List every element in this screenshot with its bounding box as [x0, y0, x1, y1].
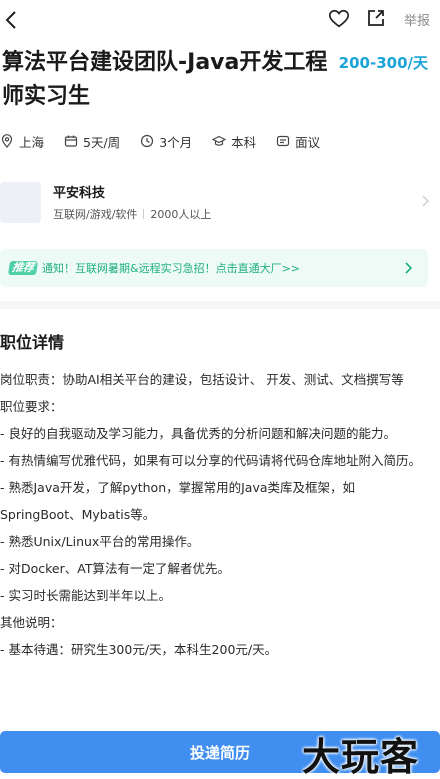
back-arrow-icon[interactable]: [2, 8, 22, 32]
description-line: - 熟悉Java开发，了解python，掌握常用的Java类库及框架，如Spri…: [0, 480, 356, 522]
tag-location: 上海: [0, 132, 44, 151]
tag-duration: 3个月: [140, 132, 192, 151]
recommend-badge: 推荐: [8, 261, 38, 275]
promo-banner-text: 通知！互联网暑期&远程实习急招！点击直通大厂>>: [42, 262, 301, 275]
meta-separator: [143, 209, 145, 219]
clock-icon: [141, 134, 154, 148]
tag-salary-negotiable: 面议: [276, 132, 320, 151]
company-industry: 互联网/游戏/软件: [53, 208, 138, 221]
tag-education-label: 本科: [231, 134, 257, 150]
calendar-icon: [64, 135, 78, 147]
chevron-right-icon: [405, 262, 412, 274]
description-line: 岗位职责：协助AI相关平台的建设，包括设计、 开发、测试、文档撰写等: [0, 372, 404, 387]
promo-banner[interactable]: 推荐 通知！互联网暑期&远程实习急招！点击直通大厂>>: [0, 249, 428, 287]
top-bar: 举报: [0, 0, 440, 40]
graduation-cap-icon: [212, 135, 227, 146]
location-icon: [1, 134, 13, 148]
description-line: - 基本待遇：研究生300元/天，本科生200元/天。: [0, 642, 278, 657]
description-line: 其他说明：: [0, 615, 63, 630]
favorite-heart-icon[interactable]: [328, 8, 350, 30]
company-name: 平安科技: [53, 186, 106, 201]
chevron-right-icon: [422, 195, 430, 207]
description-line: - 实习时长需能达到半年以上。: [0, 588, 171, 603]
tag-salary-negotiable-label: 面议: [295, 134, 321, 150]
company-logo: [0, 182, 41, 223]
share-icon[interactable]: [366, 8, 386, 28]
watermark: 大玩客: [302, 734, 420, 779]
job-tags: 上海 5天/周 3个月 本科 面议: [0, 130, 340, 152]
job-title: 算法平台建设团队-Java开发工程师实习生: [2, 50, 328, 109]
job-description: 岗位职责：协助AI相关平台的建设，包括设计、 开发、测试、文档撰写等 职位要求：…: [0, 366, 436, 663]
tag-days: 5天/周: [64, 132, 120, 151]
description-line: 职位要求：: [0, 399, 63, 414]
description-line: - 对Docker、AT算法有一定了解者优先。: [0, 561, 230, 576]
tag-education: 本科: [212, 132, 256, 151]
job-details-title: 职位详情: [0, 333, 65, 352]
description-line: - 有热情编写优雅代码，如果有可以分享的代码请将代码仓库地址附入简历。: [0, 453, 421, 468]
company-meta: 互联网/游戏/软件 2000人以上: [53, 206, 211, 222]
chat-icon: [277, 135, 290, 147]
tag-days-label: 5天/周: [83, 134, 121, 150]
company-card[interactable]: 平安科技 互联网/游戏/软件 2000人以上: [0, 178, 440, 228]
tag-duration-label: 3个月: [159, 134, 193, 150]
section-divider: [0, 301, 440, 309]
report-button[interactable]: 举报: [404, 10, 430, 29]
company-size: 2000人以上: [150, 208, 212, 221]
salary-range: 200-300/天: [338, 54, 428, 72]
tag-location-label: 上海: [19, 134, 45, 150]
description-line: - 熟悉Unix/Linux平台的常用操作。: [0, 534, 200, 549]
description-line: - 良好的自我驱动及学习能力，具备优秀的分析问题和解决问题的能力。: [0, 426, 396, 441]
